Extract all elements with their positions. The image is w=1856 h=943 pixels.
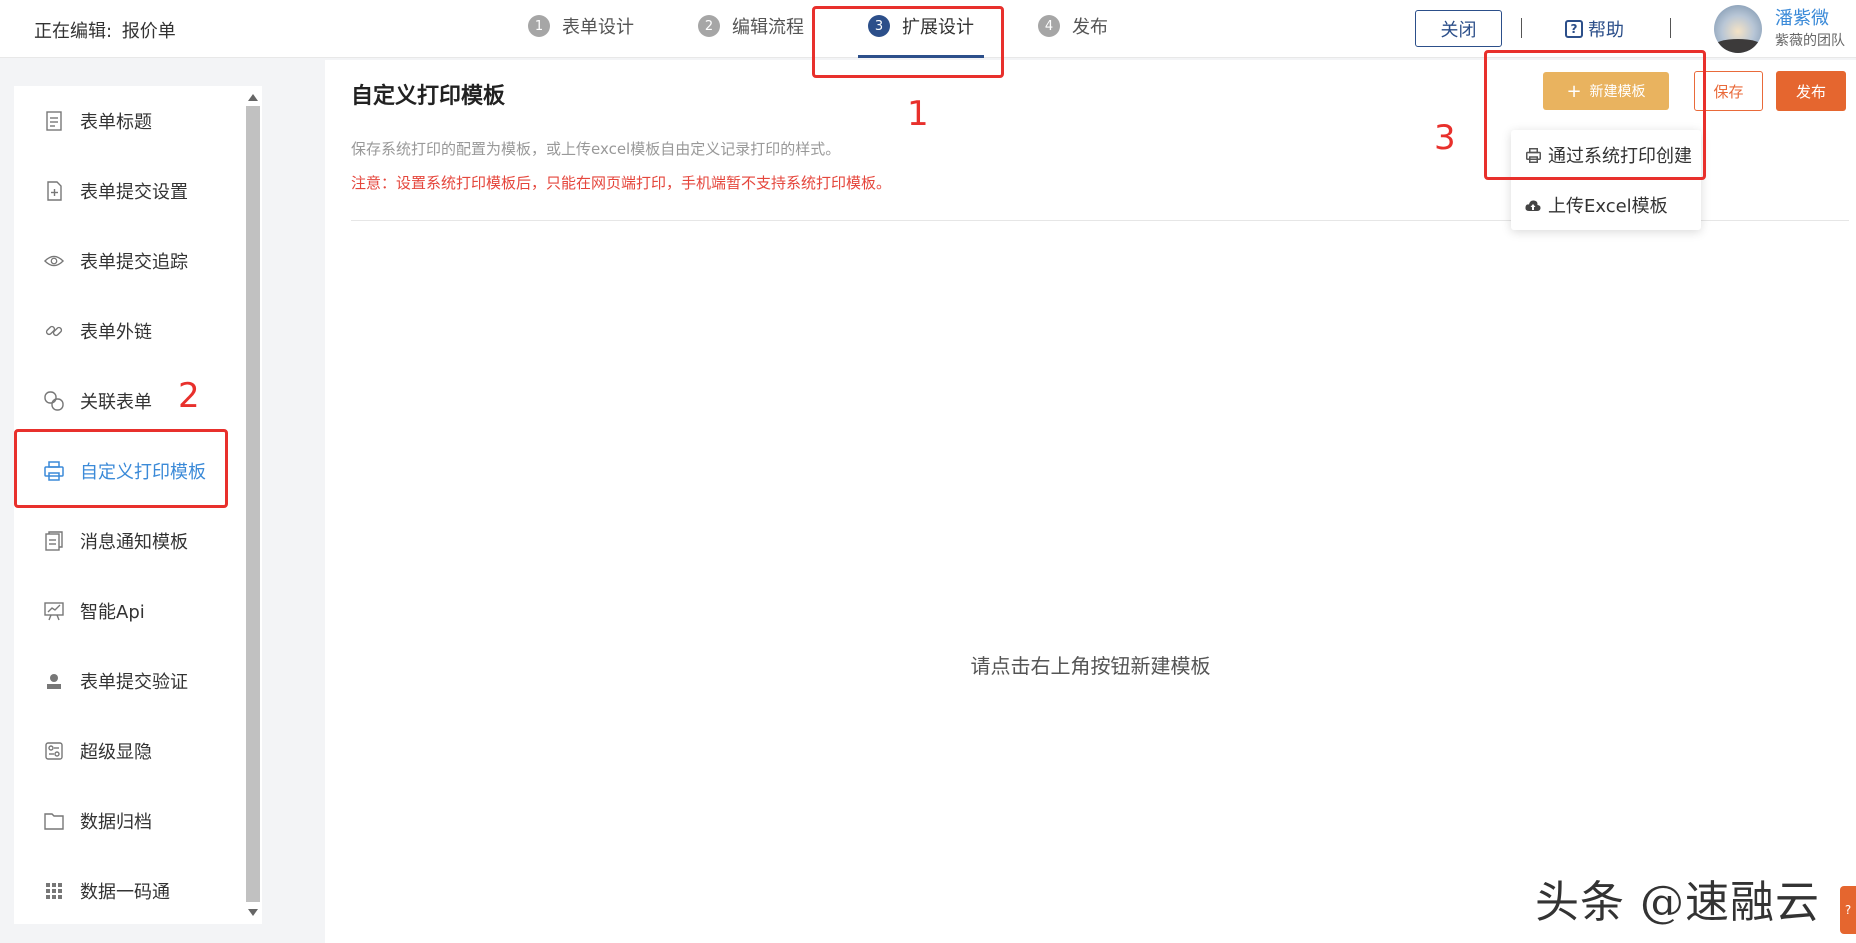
form-name: 报价单 — [121, 21, 176, 42]
sidebar-item-label: 表单提交追踪 — [80, 252, 188, 273]
annotation-number-1: 1 — [907, 94, 929, 134]
sidebar-item-label: 数据一码通 — [80, 882, 170, 903]
annotation-number-2: 2 — [178, 376, 200, 416]
toggles-icon — [44, 741, 64, 761]
step-number: 4 — [1038, 15, 1060, 37]
folder-icon — [44, 811, 64, 831]
document-icon — [44, 111, 64, 131]
user-icon — [44, 671, 64, 691]
scroll-thumb[interactable] — [246, 106, 260, 902]
annotation-box-1 — [812, 6, 1004, 78]
chart-board-icon — [44, 601, 64, 621]
editing-label: 正在编辑: — [34, 21, 113, 42]
sidebar-item-external-link[interactable]: 表单外链 — [14, 296, 239, 366]
sidebar-item-message-template[interactable]: 消息通知模板 — [14, 506, 239, 576]
file-plus-icon — [44, 181, 64, 201]
sidebar-item-label: 关联表单 — [80, 392, 152, 413]
sidebar-item-label: 智能Api — [80, 602, 145, 623]
annotation-box-3 — [1484, 50, 1706, 180]
sidebar-item-label: 消息通知模板 — [80, 532, 188, 553]
watermark: 头条 @速融云 — [1535, 877, 1820, 928]
sidebar-item-label: 表单外链 — [80, 322, 152, 343]
annotation-box-2 — [14, 429, 228, 508]
divider — [1521, 18, 1522, 38]
sidebar-item-label: 表单提交设置 — [80, 182, 188, 203]
sidebar-scrollbar[interactable] — [244, 86, 262, 924]
warning-text: 注意：设置系统打印模板后，只能在网页端打印，手机端暂不支持系统打印模板。 — [351, 174, 892, 192]
page-title: 自定义打印模板 — [351, 84, 506, 109]
cloud-upload-icon — [1525, 197, 1541, 213]
eye-icon — [44, 251, 64, 271]
sidebar-item-smart-api[interactable]: 智能Api — [14, 576, 239, 646]
question-icon: ? — [1565, 20, 1583, 38]
empty-state-hint: 请点击右上角按钮新建模板 — [970, 654, 1211, 678]
avatar[interactable] — [1714, 5, 1762, 53]
step-label: 表单设计 — [562, 17, 634, 38]
step-label: 编辑流程 — [732, 17, 804, 38]
sidebar-item-data-qr[interactable]: 数据一码通 — [14, 856, 239, 926]
help-label: 帮助 — [1588, 20, 1624, 41]
team-name: 紫薇的团队 — [1775, 33, 1845, 49]
circles-icon — [44, 391, 64, 411]
sidebar-item-submit-settings[interactable]: 表单提交设置 — [14, 156, 239, 226]
scroll-up-arrow-icon[interactable] — [248, 94, 258, 101]
sidebar-item-form-title[interactable]: 表单标题 — [14, 86, 239, 156]
step-label: 发布 — [1072, 17, 1108, 38]
divider — [1670, 18, 1671, 38]
link-icon — [44, 321, 64, 341]
step-publish[interactable]: 4 发布 — [1028, 0, 1118, 58]
sidebar-item-submit-validation[interactable]: 表单提交验证 — [14, 646, 239, 716]
annotation-number-3: 3 — [1434, 118, 1456, 158]
sidebar-item-related-form[interactable]: 关联表单 — [14, 366, 239, 436]
feedback-icon[interactable]: ? — [1840, 886, 1856, 934]
page-description: 保存系统打印的配置为模板，或上传excel模板自由定义记录打印的样式。 — [351, 140, 841, 158]
dropdown-option-label: 上传Excel模板 — [1548, 196, 1668, 217]
sidebar-item-label: 超级显隐 — [80, 742, 152, 763]
message-template-icon — [44, 531, 64, 551]
grid-icon — [44, 881, 64, 901]
step-number: 2 — [698, 15, 720, 37]
publish-button[interactable]: 发布 — [1776, 71, 1846, 111]
help-link[interactable]: ? 帮助 — [1565, 16, 1624, 42]
sidebar-item-label: 表单标题 — [80, 112, 152, 133]
sidebar-item-data-archive[interactable]: 数据归档 — [14, 786, 239, 856]
sidebar-item-label: 数据归档 — [80, 812, 152, 833]
close-button[interactable]: 关闭 — [1415, 10, 1502, 47]
scroll-down-arrow-icon[interactable] — [248, 909, 258, 916]
step-form-design[interactable]: 1 表单设计 — [518, 0, 644, 58]
sidebar-item-super-visibility[interactable]: 超级显隐 — [14, 716, 239, 786]
sidebar-item-submit-tracking[interactable]: 表单提交追踪 — [14, 226, 239, 296]
user-name[interactable]: 潘紫微 — [1775, 4, 1829, 30]
main-panel: 自定义打印模板 保存系统打印的配置为模板，或上传excel模板自由定义记录打印的… — [325, 60, 1856, 943]
step-number: 1 — [528, 15, 550, 37]
upload-excel-template-option[interactable]: 上传Excel模板 — [1511, 180, 1701, 230]
editing-indicator: 正在编辑: 报价单 — [34, 17, 176, 43]
sidebar-item-label: 表单提交验证 — [80, 672, 188, 693]
step-edit-flow[interactable]: 2 编辑流程 — [688, 0, 814, 58]
